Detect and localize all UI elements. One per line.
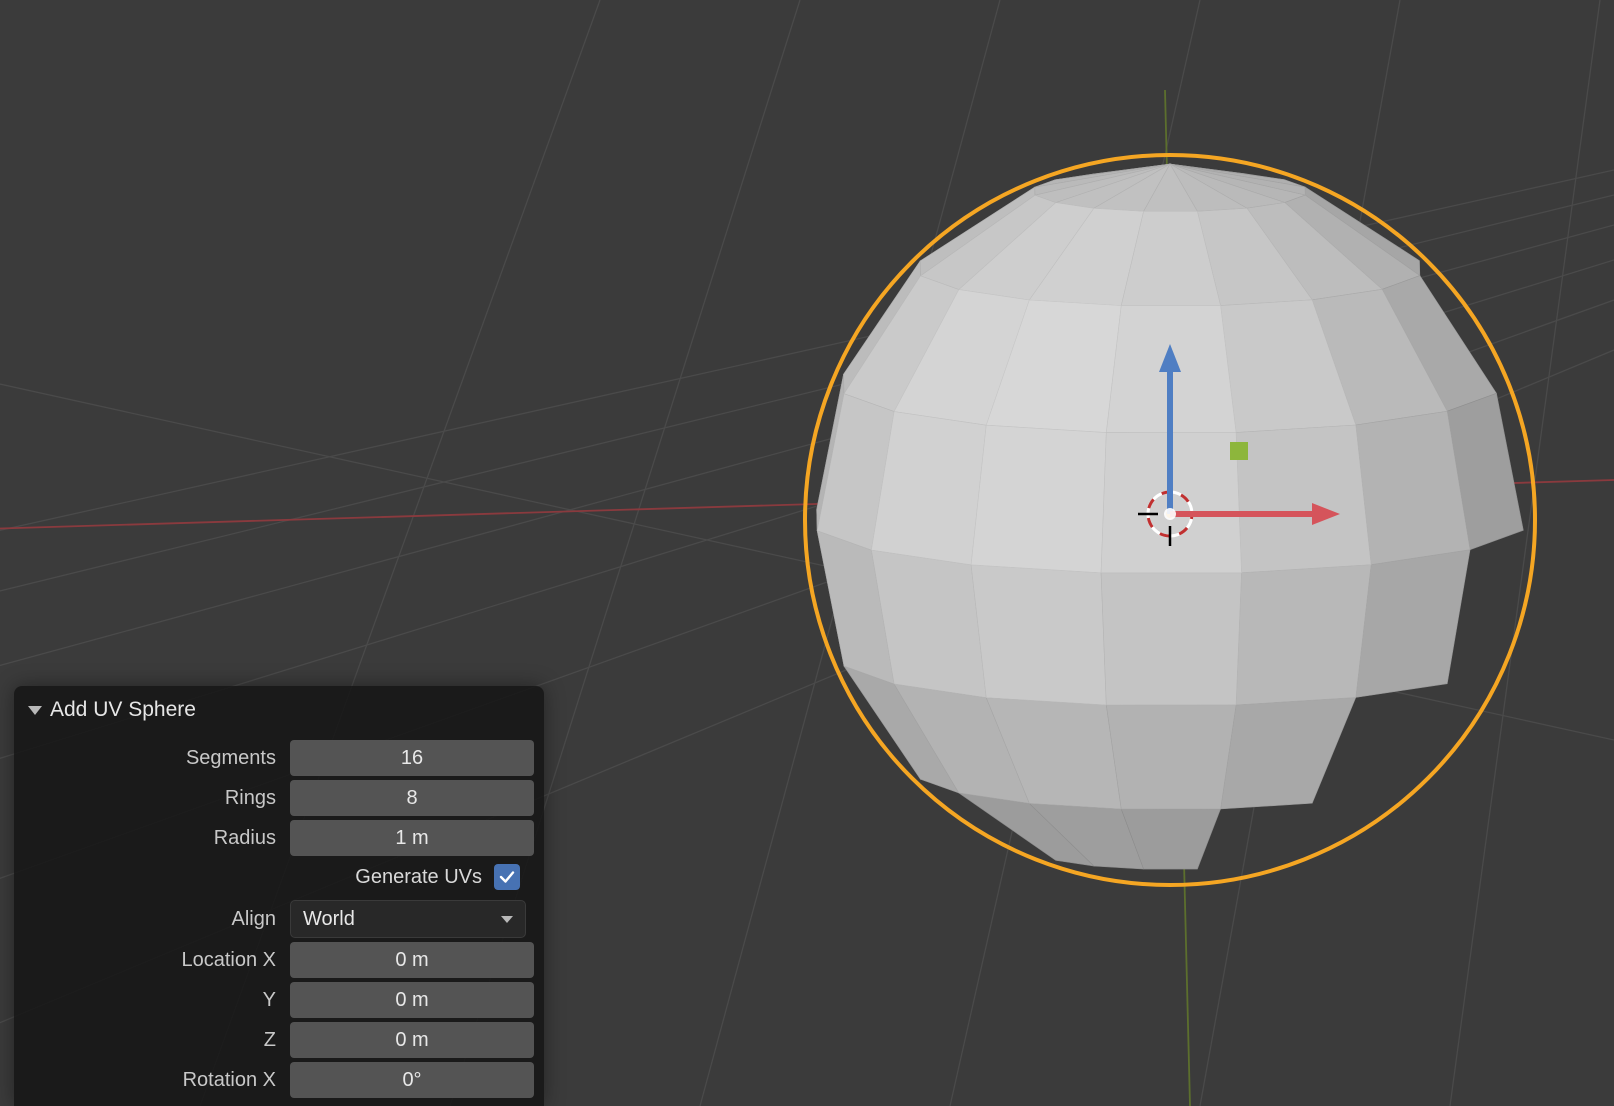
rings-label: Rings <box>24 787 290 810</box>
operator-panel: Add UV Sphere Segments 16 Rings 8 Radius… <box>14 686 544 1106</box>
generate-uvs-label: Generate UVs <box>355 866 482 889</box>
chevron-down-icon <box>501 916 513 923</box>
location-y-input[interactable]: 0 m <box>290 982 534 1018</box>
radius-input[interactable]: 1 m <box>290 820 534 856</box>
disclosure-triangle-icon <box>28 706 42 715</box>
align-label: Align <box>24 908 290 931</box>
gizmo-handle-y[interactable] <box>1230 442 1248 460</box>
segments-input[interactable]: 16 <box>290 740 534 776</box>
operator-panel-header[interactable]: Add UV Sphere <box>24 686 534 740</box>
operator-panel-title: Add UV Sphere <box>50 698 196 722</box>
gizmo-center[interactable] <box>1164 508 1176 520</box>
segments-label: Segments <box>24 747 290 770</box>
location-x-input[interactable]: 0 m <box>290 942 534 978</box>
align-dropdown[interactable]: World <box>290 900 526 938</box>
location-z-label: Z <box>24 1029 290 1052</box>
rotation-x-label: Rotation X <box>24 1069 290 1092</box>
location-y-label: Y <box>24 989 290 1012</box>
rings-input[interactable]: 8 <box>290 780 534 816</box>
rotation-x-input[interactable]: 0° <box>290 1062 534 1098</box>
generate-uvs-checkbox[interactable] <box>494 864 520 890</box>
location-x-label: Location X <box>24 949 290 972</box>
align-value: World <box>303 902 355 936</box>
location-z-input[interactable]: 0 m <box>290 1022 534 1058</box>
radius-label: Radius <box>24 827 290 850</box>
